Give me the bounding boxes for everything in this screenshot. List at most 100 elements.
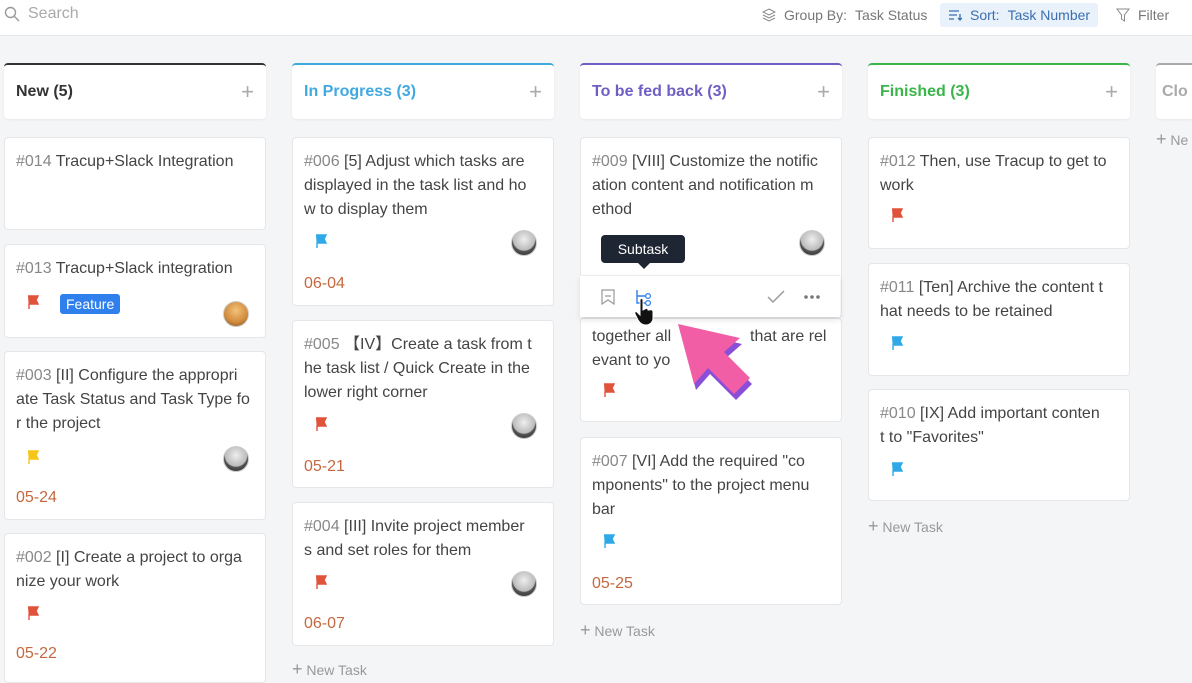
assignee-avatar[interactable]: [511, 571, 537, 597]
priority-flag-icon[interactable]: [315, 575, 327, 589]
add-task-plus-icon[interactable]: +: [1105, 79, 1118, 105]
task-card[interactable]: #002 [I] Create a project to orga nize yo…: [4, 533, 266, 683]
group-by-value: Task Status: [855, 7, 928, 23]
task-title-line: ate Task Status and Task Type fo: [16, 391, 250, 408]
check-icon[interactable]: [767, 290, 785, 304]
task-title: #006 [5] Adjust which tasks are displayed…: [304, 150, 542, 222]
task-card[interactable]: #013 Tracup+Slack integration Feature: [4, 244, 266, 338]
task-title-line: work: [880, 177, 914, 194]
task-title: #013 Tracup+Slack integration: [16, 257, 254, 281]
new-task-button[interactable]: + New Task: [868, 516, 943, 537]
due-date: 05-22: [16, 645, 57, 662]
plus-icon: +: [1156, 129, 1167, 149]
task-card[interactable]: #005 【IV】Create a task from t he task lis…: [292, 320, 554, 488]
task-title: #014 Tracup+Slack Integration: [16, 150, 254, 174]
task-title-line: ethod: [592, 201, 633, 218]
subtask-tooltip: Subtask: [601, 235, 685, 269]
task-card[interactable]: #003 [II] Configure the appropri ate Task…: [4, 351, 266, 520]
new-task-label: New Task: [306, 662, 367, 678]
task-title-line: nize your work: [16, 573, 120, 590]
priority-flag-icon[interactable]: [315, 417, 327, 431]
task-number: #002: [16, 549, 52, 566]
group-by-button[interactable]: Group By: Task Status: [754, 3, 935, 27]
task-card[interactable]: #007 [VI] Add the required "co mponents" …: [580, 437, 842, 605]
assignee-avatar[interactable]: [799, 230, 825, 256]
task-number: #009: [592, 153, 628, 170]
task-card[interactable]: #011 [Ten] Archive the content t hat need…: [868, 263, 1130, 376]
column-title: New (5): [16, 83, 73, 100]
priority-flag-icon[interactable]: [891, 336, 903, 350]
priority-flag-icon[interactable]: [27, 450, 39, 464]
task-card[interactable]: #006 [5] Adjust which tasks are displayed…: [292, 137, 554, 306]
column: To be fed back (3) + #009 [VIII] Customize…: [580, 63, 842, 640]
priority-flag-icon[interactable]: [27, 606, 39, 620]
task-number: #010: [880, 405, 916, 422]
priority-flag-icon[interactable]: [315, 234, 327, 248]
task-title-line: Tracup+Slack integration: [55, 260, 233, 277]
task-title-line: [Ten] Archive the content t: [918, 279, 1103, 296]
priority-flag-icon[interactable]: [603, 383, 615, 397]
task-number: #011: [880, 279, 915, 296]
due-date: 05-24: [16, 489, 57, 506]
column-title: To be fed back (3): [592, 83, 727, 100]
due-date: 05-21: [304, 458, 345, 475]
priority-flag-icon[interactable]: [603, 534, 615, 548]
new-task-button[interactable]: + New Task: [292, 659, 367, 680]
filter-icon: [1116, 8, 1130, 22]
pointer-arrow-icon: [678, 324, 752, 400]
task-title-line: lower right corner: [304, 384, 428, 401]
column: Finished (3) + #012 Then, use Tracup to ge…: [868, 63, 1130, 536]
task-title-line: [5] Adjust which tasks are: [344, 153, 525, 170]
task-card[interactable]: #012 Then, use Tracup to get to work: [868, 137, 1130, 249]
plus-icon: +: [292, 659, 303, 679]
column-title: Finished (3): [880, 83, 970, 100]
task-card[interactable]: #014 Tracup+Slack Integration: [4, 137, 266, 230]
task-title-line: he task list / Quick Create in the: [304, 360, 530, 377]
column-title: In Progress (3): [304, 83, 417, 100]
task-title: #010 [IX] Add important conten t to "Favo…: [880, 402, 1118, 450]
plus-icon: +: [580, 620, 591, 640]
task-title: #003 [II] Configure the appropri ate Task…: [16, 364, 254, 436]
filter-button[interactable]: Filter: [1108, 3, 1177, 27]
filter-label: Filter: [1138, 7, 1170, 23]
task-title: #004 [III] Invite project member s and se…: [304, 515, 542, 563]
priority-flag-icon[interactable]: [27, 295, 39, 309]
new-task-button[interactable]: + Ne: [1156, 129, 1188, 150]
column-header: New (5) +: [4, 63, 266, 119]
task-number: #005: [304, 336, 340, 353]
task-card[interactable]: #004 [III] Invite project member s and se…: [292, 502, 554, 646]
search-input[interactable]: Search: [4, 5, 79, 23]
priority-flag-icon[interactable]: [891, 462, 903, 476]
assignee-avatar[interactable]: [223, 446, 249, 472]
more-icon[interactable]: [803, 294, 821, 300]
bookmark-icon[interactable]: [600, 289, 616, 305]
task-title: #007 [VI] Add the required "co mponents" …: [592, 450, 830, 522]
new-task-label: New Task: [594, 623, 655, 639]
new-task-button[interactable]: + New Task: [580, 620, 655, 641]
group-by-label: Group By:: [784, 7, 848, 23]
due-date: 06-04: [304, 275, 345, 292]
task-title-line: [VI] Add the required "co: [632, 453, 805, 470]
task-title-fragment: evant to yo: [592, 352, 671, 369]
task-title-line: Tracup+Slack Integration: [55, 153, 234, 170]
task-title-line: t to "Favorites": [880, 429, 984, 446]
task-card[interactable]: #010 [IX] Add important conten t to "Favo…: [868, 389, 1130, 501]
task-title-line: [III] Invite project member: [344, 518, 525, 535]
task-title-line: Then, use Tracup to get to: [919, 153, 1107, 170]
assignee-avatar[interactable]: [223, 301, 249, 327]
task-title-line: r the project: [16, 415, 101, 432]
task-number: #004: [304, 518, 340, 535]
add-task-plus-icon[interactable]: +: [817, 79, 830, 105]
hand-cursor-icon: [634, 298, 654, 326]
add-task-plus-icon[interactable]: +: [241, 79, 254, 105]
task-title-fragment: that are rel: [750, 328, 827, 345]
assignee-avatar[interactable]: [511, 230, 537, 256]
assignee-avatar[interactable]: [511, 413, 537, 439]
new-task-label: Ne: [1170, 132, 1189, 148]
search-icon: [4, 6, 20, 22]
sort-value: Task Number: [1007, 7, 1091, 23]
add-task-plus-icon[interactable]: +: [529, 79, 542, 105]
task-title-line: hat needs to be retained: [880, 303, 1053, 320]
priority-flag-icon[interactable]: [891, 208, 903, 222]
sort-button[interactable]: Sort: Task Number: [940, 3, 1099, 27]
